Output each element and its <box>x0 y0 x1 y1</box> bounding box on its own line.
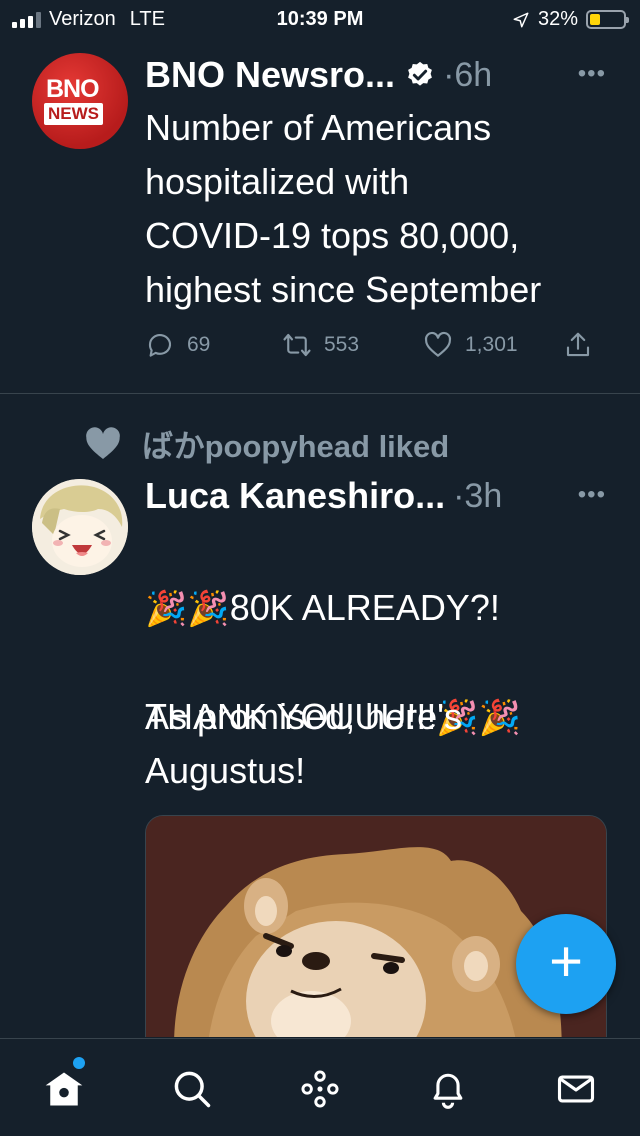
plus-icon: + <box>549 929 583 994</box>
reply-button[interactable]: 69 <box>145 330 210 360</box>
tweet-time: ·3h <box>453 476 503 515</box>
author-name[interactable]: BNO Newsro... <box>145 54 395 96</box>
location-arrow-icon <box>513 12 529 27</box>
tab-home[interactable] <box>42 1067 86 1111</box>
compose-tweet-button[interactable]: + <box>516 914 616 1014</box>
tweet-time: ·6h <box>443 55 493 94</box>
avatar[interactable] <box>32 479 128 575</box>
social-context: ばかpoopyhead liked <box>82 421 449 466</box>
reply-count: 69 <box>187 333 211 356</box>
mail-icon <box>557 1075 595 1103</box>
avatar-logo-bottom: NEWS <box>44 103 103 125</box>
author-name[interactable]: Luca Kaneshiro... <box>145 475 445 517</box>
tab-bar <box>0 1038 640 1136</box>
more-options-icon[interactable]: ••• <box>578 481 606 509</box>
heart-icon <box>424 331 452 357</box>
home-icon <box>45 1072 83 1106</box>
retweet-icon <box>283 333 311 357</box>
home-notification-dot <box>73 1057 85 1069</box>
party-popper-icon: 🎉 <box>145 590 188 628</box>
tab-messages[interactable] <box>554 1067 598 1111</box>
tweet-text-paragraph: As promised, here's Augustus! <box>145 696 463 791</box>
reply-icon <box>148 334 172 357</box>
share-icon <box>566 332 590 357</box>
verified-badge-icon <box>408 61 432 86</box>
tweet-actions: 69 553 1,301 <box>145 330 605 370</box>
party-popper-icon: 🎉 <box>187 590 230 628</box>
status-bar: Verizon LTE 10:39 PM 32% <box>0 0 640 40</box>
more-options-icon[interactable]: ••• <box>578 60 606 88</box>
search-icon <box>174 1071 211 1108</box>
retweet-count: 553 <box>324 333 360 356</box>
like-button[interactable]: 1,301 <box>423 330 518 360</box>
like-count: 1,301 <box>465 333 518 356</box>
tweet[interactable]: BNO NEWS BNO Newsro... ·6h ••• Number of… <box>0 40 640 394</box>
tweet-text: Number of Americans hospitalized with CO… <box>145 107 542 310</box>
tweet-text-line: 🎉🎉80K ALREADY?! <box>145 581 625 636</box>
avatar-illustration <box>32 479 128 575</box>
battery-fill <box>590 14 600 25</box>
avatar[interactable]: BNO NEWS <box>32 53 128 149</box>
battery-icon <box>586 10 629 29</box>
tweet-header: Luca Kaneshiro... ·3h <box>145 475 502 517</box>
status-right: 32% <box>512 8 629 31</box>
screen: Verizon LTE 10:39 PM 32% BNO NEWS BNO Ne… <box>0 0 640 1136</box>
tab-notifications[interactable] <box>426 1067 470 1111</box>
tweet-header: BNO Newsro... ·6h <box>145 54 492 96</box>
battery-percent: 32% <box>537 8 578 30</box>
heart-filled-icon <box>86 426 120 459</box>
share-button[interactable] <box>563 330 593 360</box>
avatar-logo-top: BNO <box>46 75 100 103</box>
tab-spaces[interactable] <box>298 1067 342 1111</box>
retweet-button[interactable]: 553 <box>282 330 359 360</box>
spaces-icon <box>301 1070 339 1108</box>
tab-search[interactable] <box>170 1067 214 1111</box>
bell-icon <box>433 1073 463 1109</box>
social-context-text[interactable]: ばかpoopyhead liked <box>142 421 449 466</box>
